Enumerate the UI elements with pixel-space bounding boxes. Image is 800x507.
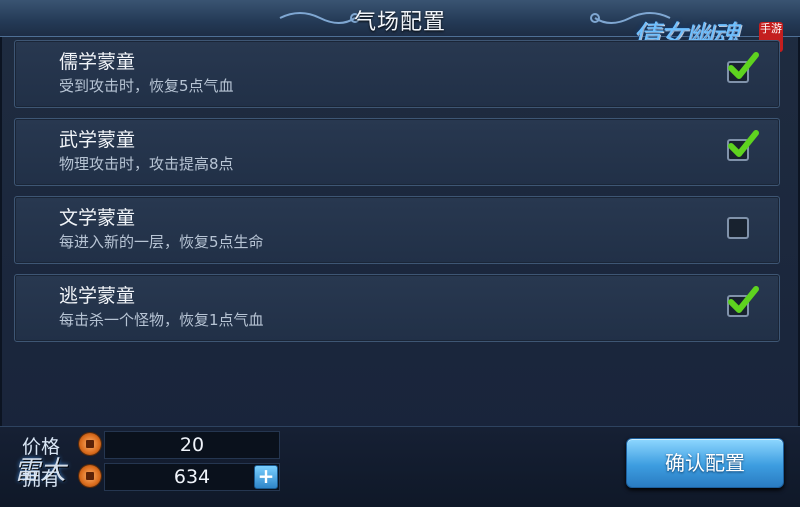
check-icon	[728, 286, 759, 313]
coin-icon	[79, 465, 101, 487]
aura-item-desc: 受到攻击时，恢复5点气血	[59, 77, 234, 95]
aura-item-wuxue[interactable]: 武学蒙童 物理攻击时，攻击提高8点	[14, 118, 780, 186]
aura-item-name: 文学蒙童	[59, 207, 136, 229]
confirm-config-button[interactable]: 确认配置	[626, 438, 784, 488]
aura-checkbox[interactable]	[727, 286, 759, 317]
aura-item-name: 儒学蒙童	[59, 51, 136, 73]
owned-label: 拥有	[22, 468, 61, 490]
aura-item-desc: 每击杀一个怪物，恢复1点气血	[59, 311, 264, 329]
check-icon	[728, 52, 759, 79]
check-icon	[728, 130, 759, 157]
add-currency-button[interactable]: +	[254, 465, 278, 489]
aura-item-name: 逃学蒙童	[59, 285, 136, 307]
aura-checkbox[interactable]	[727, 52, 759, 83]
aura-item-taoxue[interactable]: 逃学蒙童 每击杀一个怪物，恢复1点气血	[14, 274, 780, 342]
aura-item-desc: 物理攻击时，攻击提高8点	[59, 155, 234, 173]
aura-item-name: 武学蒙童	[59, 129, 136, 151]
aura-checkbox[interactable]	[727, 130, 759, 161]
price-label: 价格	[22, 436, 61, 458]
aura-checkbox[interactable]	[727, 217, 749, 239]
aura-item-wenxue[interactable]: 文学蒙童 每进入新的一层，恢复5点生命	[14, 196, 780, 264]
aura-item-desc: 每进入新的一层，恢复5点生命	[59, 233, 264, 251]
coin-icon	[79, 433, 101, 455]
price-value: 20	[104, 431, 280, 459]
aura-item-ruxue[interactable]: 儒学蒙童 受到攻击时，恢复5点气血	[14, 40, 780, 108]
